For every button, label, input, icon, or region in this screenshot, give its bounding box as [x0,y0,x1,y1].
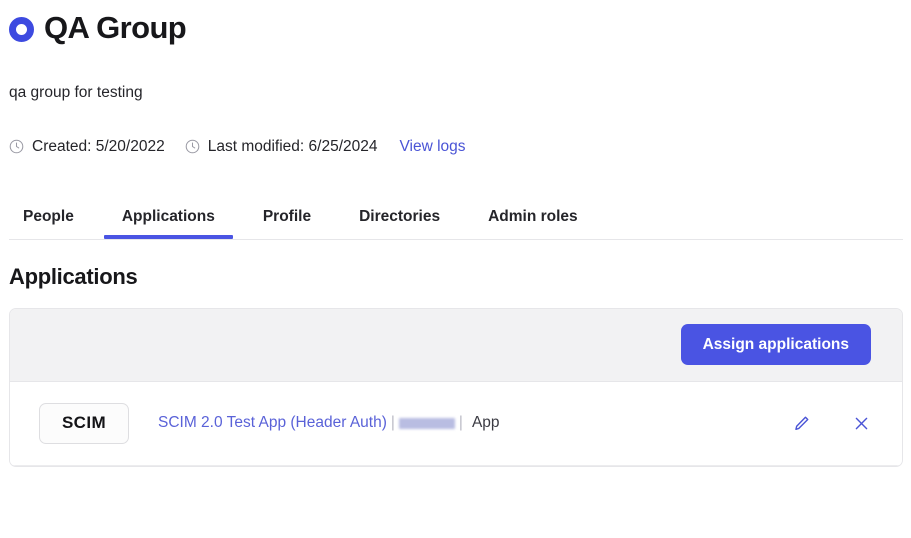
tab-profile[interactable]: Profile [239,208,335,239]
tab-applications[interactable]: Applications [98,208,239,239]
page-header: QA Group [0,0,911,50]
page-title: QA Group [44,9,187,45]
clock-icon [9,139,24,154]
section-title: Applications [9,263,138,289]
created-meta: Created: 5/20/2022 [9,138,165,156]
tab-admin-roles[interactable]: Admin roles [464,208,602,239]
pencil-icon [794,416,808,430]
group-description: qa group for testing [9,84,143,101]
card-toolbar: Assign applications [10,308,902,382]
tab-bar: People Applications Profile Directories … [0,208,911,240]
table-row[interactable]: SCIM SCIM 2.0 Test App (Header Auth) | |… [10,381,902,466]
tab-divider [9,238,903,240]
group-ring-icon [9,17,34,42]
app-suffix-label: App [471,414,500,431]
clock-icon [185,139,200,154]
app-separator: | [390,414,395,431]
created-label: Created: 5/20/2022 [32,137,165,155]
applications-card: Assign applications SCIM SCIM 2.0 Test A… [9,307,903,467]
tab-people[interactable]: People [9,208,98,239]
tab-directories[interactable]: Directories [335,208,464,239]
row-actions [791,413,871,433]
metadata-row: Created: 5/20/2022 Last modified: 6/25/2… [0,138,911,156]
close-icon [855,417,867,429]
app-name-cell: SCIM 2.0 Test App (Header Auth) | | App [158,414,500,432]
app-logo: SCIM [39,402,129,444]
edit-button[interactable] [791,413,811,433]
assign-applications-button[interactable]: Assign applications [680,323,871,366]
redacted-text [398,417,455,429]
view-logs-link[interactable]: View logs [399,138,465,156]
remove-button[interactable] [851,413,871,433]
app-link[interactable]: SCIM 2.0 Test App (Header Auth) [158,414,387,432]
app-separator-2: | [458,414,463,431]
app-logo-label: SCIM [61,413,107,432]
modified-label: Last modified: 6/25/2024 [207,137,378,155]
modified-meta: Last modified: 6/25/2024 [185,137,378,156]
tab-list: People Applications Profile Directories … [9,208,911,239]
